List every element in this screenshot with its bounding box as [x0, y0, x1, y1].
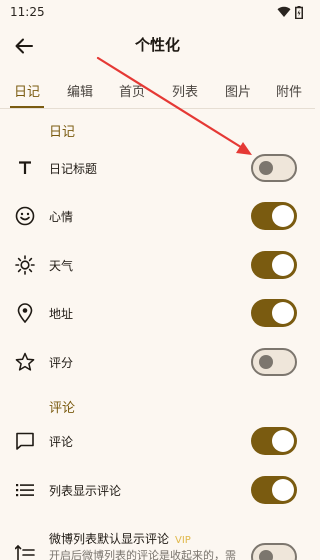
- setting-row-address[interactable]: 地址: [0, 290, 315, 338]
- setting-label-text: 微博列表默认显示评论: [49, 532, 170, 546]
- title-icon: [14, 157, 36, 179]
- section-header-diary: 日记: [49, 125, 76, 140]
- tab-diary[interactable]: 日记: [14, 81, 40, 100]
- status-time: 11:25: [10, 5, 45, 19]
- tab-edit[interactable]: 编辑: [67, 81, 93, 100]
- setting-label: 天气: [49, 259, 74, 273]
- comments-toggle[interactable]: [251, 427, 297, 455]
- setting-row-weather[interactable]: 天气: [0, 242, 315, 290]
- setting-label: 日记标题: [49, 162, 98, 176]
- page-title: 个性化: [134, 36, 180, 54]
- tab-home[interactable]: 首页: [119, 81, 145, 100]
- setting-row-weibo-comments[interactable]: 微博列表默认显示评论 VIP 开启后微博列表的评论是收起来的，需: [0, 520, 315, 560]
- status-icons: [277, 5, 303, 19]
- rating-toggle[interactable]: [251, 348, 297, 376]
- list-comments-toggle[interactable]: [251, 476, 297, 504]
- setting-label: 地址: [49, 307, 74, 321]
- setting-description: 开启后微博列表的评论是收起来的，需: [49, 549, 236, 560]
- setting-label: 评分: [49, 356, 74, 370]
- setting-row-list-comments[interactable]: 列表显示评论: [0, 467, 315, 515]
- toggle-knob: [272, 302, 294, 324]
- setting-row-rating[interactable]: 评分: [0, 339, 315, 387]
- toggle-knob: [272, 430, 294, 452]
- wifi-icon: [277, 6, 291, 18]
- address-toggle[interactable]: [251, 299, 297, 327]
- tab-attachments[interactable]: 附件: [276, 81, 302, 100]
- setting-row-diary-title[interactable]: 日记标题: [0, 145, 315, 193]
- sun-icon: [14, 254, 36, 276]
- setting-label: 列表显示评论: [49, 484, 122, 498]
- setting-row-comments[interactable]: 评论: [0, 418, 315, 466]
- vip-badge: VIP: [175, 535, 191, 546]
- toggle-knob: [259, 161, 273, 175]
- setting-label: 心情: [49, 210, 74, 224]
- tabs-divider: [0, 108, 315, 109]
- list-icon: [14, 479, 36, 501]
- tab-images[interactable]: 图片: [225, 81, 251, 100]
- section-header-comments: 评论: [49, 401, 76, 416]
- mood-toggle[interactable]: [251, 202, 297, 230]
- toggle-knob: [259, 355, 273, 369]
- diary-title-toggle[interactable]: [251, 154, 297, 182]
- setting-label: 微博列表默认显示评论 VIP: [49, 530, 191, 547]
- battery-icon: [295, 5, 303, 19]
- setting-label: 评论: [49, 435, 74, 449]
- app-bar: 个性化: [0, 24, 315, 68]
- location-pin-icon: [14, 302, 36, 324]
- star-icon: [14, 351, 36, 373]
- smiley-icon: [14, 205, 36, 227]
- toggle-knob: [272, 479, 294, 501]
- toggle-knob: [272, 205, 294, 227]
- toggle-knob: [259, 550, 273, 560]
- toggle-knob: [272, 254, 294, 276]
- tab-list[interactable]: 列表: [172, 81, 198, 100]
- weather-toggle[interactable]: [251, 251, 297, 279]
- tab-bar: 日记 编辑 首页 列表 图片 附件: [0, 74, 315, 108]
- weibo-comments-toggle[interactable]: [251, 543, 297, 560]
- setting-row-mood[interactable]: 心情: [0, 193, 315, 241]
- comment-icon: [14, 430, 36, 452]
- sort-icon: [14, 542, 36, 560]
- status-bar: 11:25: [0, 0, 315, 24]
